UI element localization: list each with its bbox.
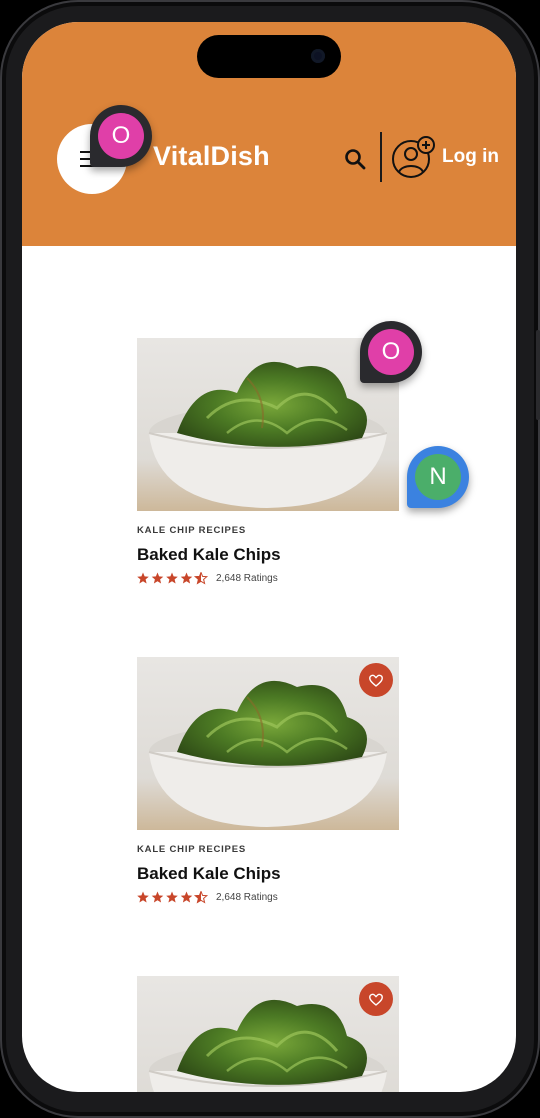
recipe-card[interactable] (137, 976, 399, 1092)
collaborator-cursor: O (360, 321, 422, 383)
phone-side-button (536, 330, 540, 420)
recipe-card[interactable]: KALE CHIP RECIPES Baked Kale Chips 2,648… (137, 657, 399, 917)
heart-icon (369, 674, 383, 687)
header-divider (380, 132, 382, 182)
login-link[interactable]: Log in (442, 146, 499, 168)
heart-icon (369, 993, 383, 1006)
recipe-category[interactable]: KALE CHIP RECIPES (137, 844, 246, 855)
dynamic-island (197, 35, 341, 78)
star-rating-icon (137, 891, 209, 904)
recipe-image[interactable] (137, 657, 399, 830)
recipe-title[interactable]: Baked Kale Chips (137, 545, 281, 565)
user-add-icon[interactable] (392, 134, 438, 180)
favorite-button[interactable] (359, 663, 393, 697)
phone-screen: VitalDish Log in KALE CHIP RECIPES Baked… (22, 22, 516, 1092)
recipe-category[interactable]: KALE CHIP RECIPES (137, 525, 246, 536)
collaborator-avatar: O (98, 113, 144, 159)
recipe-rating: 2,648 Ratings (137, 572, 278, 585)
rating-count: 2,648 Ratings (216, 892, 278, 903)
rating-count: 2,648 Ratings (216, 573, 278, 584)
collaborator-cursor: N (407, 446, 469, 508)
recipe-rating: 2,648 Ratings (137, 891, 278, 904)
recipe-image[interactable] (137, 976, 399, 1092)
search-icon[interactable] (344, 148, 366, 170)
brand-logo[interactable]: VitalDish (153, 141, 270, 172)
recipe-title[interactable]: Baked Kale Chips (137, 864, 281, 884)
camera-icon (311, 49, 325, 63)
favorite-button[interactable] (359, 982, 393, 1016)
collaborator-cursor: O (90, 105, 152, 167)
collaborator-avatar: N (415, 454, 461, 500)
collaborator-avatar: O (368, 329, 414, 375)
star-rating-icon (137, 572, 209, 585)
